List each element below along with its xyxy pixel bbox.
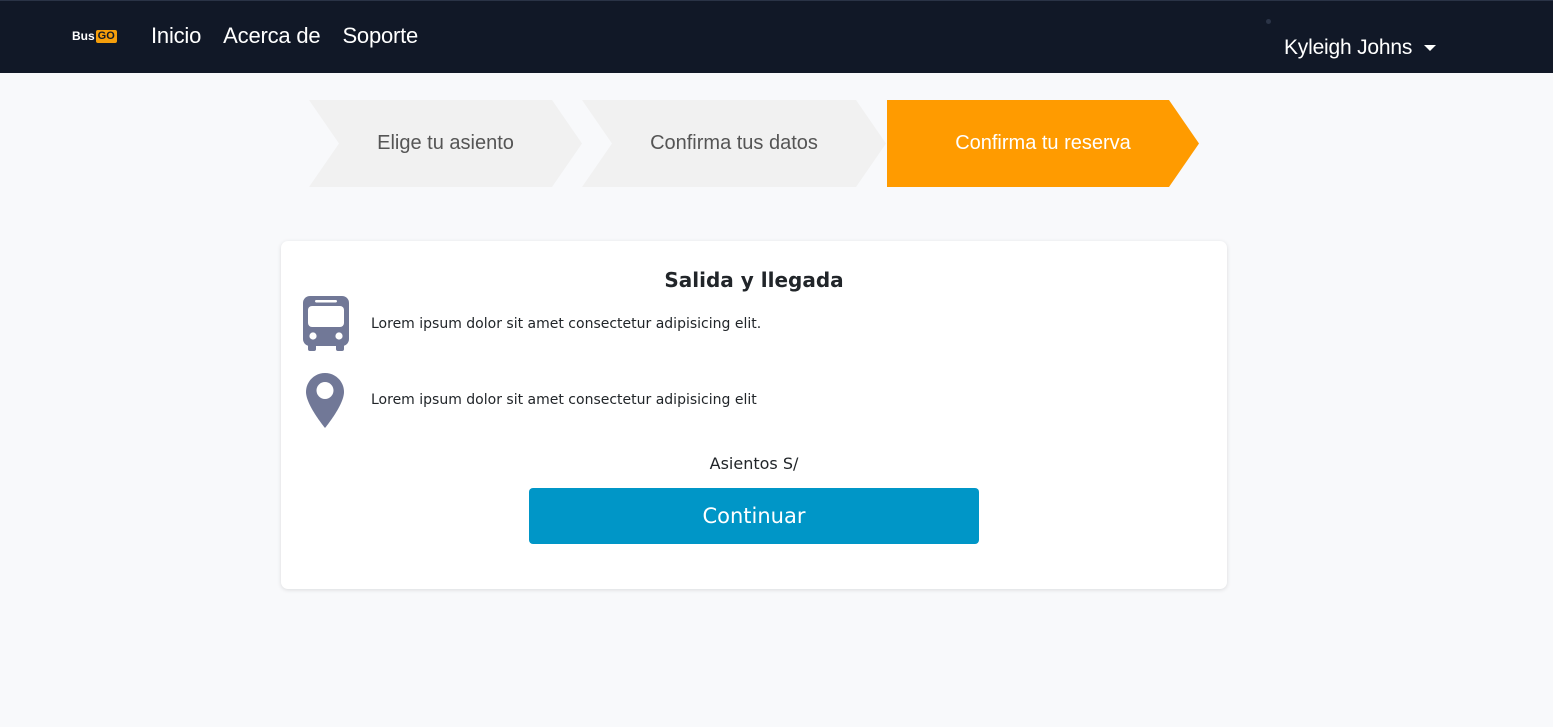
nav-link-soporte[interactable]: Soporte: [342, 23, 418, 49]
brand-text: Bus: [72, 29, 95, 43]
card-title: Salida y llegada: [664, 268, 844, 292]
nav-dot-decoration: [1266, 19, 1271, 24]
main-nav: Inicio Acerca de Soporte: [151, 23, 440, 49]
nav-link-acerca-de[interactable]: Acerca de: [223, 23, 320, 49]
user-name: Kyleigh Johns: [1284, 36, 1413, 59]
trip-summary-card: Salida y llegada Lorem ipsum dolor sit a…: [281, 241, 1227, 589]
brand-logo[interactable]: Bus GO: [72, 29, 117, 43]
step-label: Confirma tus datos: [650, 132, 818, 154]
departure-text: Lorem ipsum dolor sit amet consectetur a…: [371, 316, 762, 332]
step-label: Elige tu asiento: [377, 132, 514, 154]
seats-price: Asientos S/: [709, 454, 799, 473]
brand-badge: GO: [95, 29, 117, 43]
arrival-text: Lorem ipsum dolor sit amet consectetur a…: [371, 392, 757, 408]
navbar: Bus GO Inicio Acerca de Soporte Kyleigh J…: [0, 0, 1553, 73]
user-menu-toggle[interactable]: Kyleigh Johns: [1284, 36, 1437, 60]
bus-icon: [303, 296, 349, 356]
nav-link-inicio[interactable]: Inicio: [151, 23, 201, 49]
map-pin-icon: [306, 373, 344, 433]
step-elige-asiento[interactable]: Elige tu asiento: [309, 100, 582, 187]
step-confirma-datos[interactable]: Confirma tus datos: [582, 100, 886, 187]
step-confirma-reserva-active[interactable]: Confirma tu reserva: [887, 100, 1199, 187]
continue-button[interactable]: Continuar: [529, 488, 979, 544]
chevron-down-icon: [1424, 45, 1437, 51]
step-label: Confirma tu reserva: [955, 132, 1131, 154]
